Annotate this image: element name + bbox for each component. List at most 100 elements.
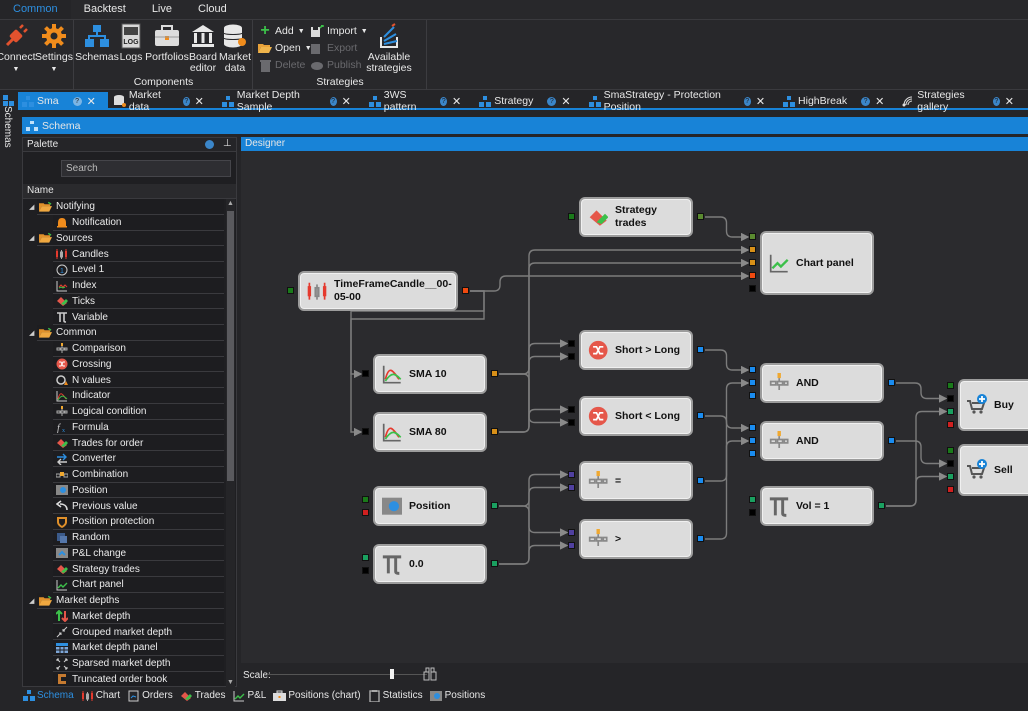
bottom-tab-statistics[interactable]: Statistics (368, 689, 423, 702)
output-port[interactable] (697, 477, 704, 484)
input-port[interactable] (362, 428, 369, 435)
close-icon[interactable]: ✕ (1005, 95, 1014, 108)
doc-tab-market-data[interactable]: Market data? ✕ (110, 89, 216, 113)
palette-item[interactable]: 1 Level 1 (23, 262, 224, 278)
node-and2[interactable]: AND (760, 421, 884, 461)
node-position[interactable]: Position (373, 486, 487, 526)
input-port[interactable] (749, 285, 756, 292)
input-port[interactable] (749, 272, 756, 279)
input-port[interactable] (568, 352, 575, 360)
publish-button[interactable]: Publish (310, 57, 361, 73)
input-port[interactable] (749, 259, 756, 266)
help-icon[interactable]: ? (992, 96, 1000, 106)
palette-item[interactable]: Chart panel (23, 577, 224, 593)
palette-search-input[interactable]: Search (61, 160, 231, 177)
logs-button[interactable]: LOG Logs (119, 22, 143, 63)
palette-item[interactable]: Ticks (23, 293, 224, 310)
input-port[interactable] (362, 495, 369, 503)
input-port[interactable] (568, 470, 575, 478)
close-icon[interactable]: ✕ (342, 95, 351, 108)
doc-tab-smastrategy-protection-position[interactable]: SmaStrategy - Protection Position? ✕ (585, 89, 777, 113)
connect-button[interactable]: Connect ▼ (0, 22, 36, 75)
palette-scrollbar-thumb[interactable] (227, 211, 234, 481)
doc-tab-sma[interactable]: Sma? ✕ (18, 92, 108, 110)
palette-item[interactable]: Combination (23, 466, 224, 483)
help-icon[interactable]: ? (547, 96, 557, 106)
palette-item[interactable]: P&L change (23, 545, 224, 562)
node-and1[interactable]: AND (760, 363, 884, 403)
output-port[interactable] (697, 412, 704, 419)
close-icon[interactable]: ✕ (756, 95, 765, 108)
output-port[interactable] (462, 287, 469, 294)
node-sma80[interactable]: SMA 80 (373, 412, 487, 452)
input-port[interactable] (947, 381, 954, 389)
expand-triangle-icon[interactable]: ◢ (29, 203, 34, 211)
node-sell[interactable]: Sell (958, 444, 1028, 496)
node-chart-panel[interactable]: Chart panel (760, 231, 874, 295)
schemas-side-tab[interactable]: Schemas (2, 106, 13, 148)
input-port[interactable] (749, 366, 756, 373)
input-port[interactable] (749, 450, 756, 457)
designer-canvas[interactable]: Strategy trades Chart panel TimeFrameCandl… (241, 151, 1028, 663)
node-short-lt-long[interactable]: Short < Long (579, 396, 693, 436)
output-port[interactable] (697, 213, 704, 220)
palette-item[interactable]: Market depth (23, 608, 224, 625)
node-zero[interactable]: 0.0 (373, 544, 487, 584)
close-icon[interactable]: ✕ (87, 95, 96, 108)
output-port[interactable] (491, 428, 498, 435)
fit-binoculars-icon[interactable] (423, 667, 437, 684)
output-port[interactable] (888, 379, 895, 386)
palette-item[interactable]: Comparison (23, 340, 224, 357)
palette-item[interactable]: Random (23, 529, 224, 546)
settings-button[interactable]: Settings ▼ (35, 22, 73, 75)
palette-item[interactable]: Position (23, 482, 224, 499)
bottom-tab-p-l[interactable]: P&L (232, 689, 266, 702)
pin-icon[interactable]: ⊥ (223, 138, 232, 149)
input-port[interactable] (568, 339, 575, 347)
palette-item[interactable]: Indicator (23, 388, 224, 404)
node-gt[interactable]: > (579, 519, 693, 559)
input-port[interactable] (568, 528, 575, 536)
palette-item[interactable]: Candles (23, 246, 224, 262)
palette-item[interactable]: Truncated order book (23, 671, 224, 687)
output-port[interactable] (491, 370, 498, 377)
input-port[interactable] (749, 379, 756, 386)
input-port[interactable] (749, 246, 756, 253)
portfolios-button[interactable]: Portfolios (145, 22, 189, 63)
input-port[interactable] (568, 541, 575, 549)
input-port[interactable] (947, 446, 954, 454)
palette-group[interactable]: ◢ Sources (23, 230, 224, 247)
input-port[interactable] (947, 485, 954, 493)
connection-wire[interactable] (896, 382, 948, 403)
available-strategies-button[interactable]: Available strategies (366, 22, 412, 74)
palette-item[interactable]: Strategy trades (23, 561, 224, 577)
input-port[interactable] (568, 405, 575, 413)
palette-item[interactable]: Sparsed market depth (23, 655, 224, 672)
palette-item[interactable]: Grouped market depth (23, 624, 224, 640)
palette-group[interactable]: ◢ Common (23, 325, 224, 341)
close-icon[interactable]: ✕ (195, 95, 204, 108)
scale-slider-track[interactable] (267, 674, 427, 675)
palette-item[interactable]: Previous value (23, 498, 224, 514)
input-port[interactable] (749, 392, 756, 399)
output-port[interactable] (491, 560, 498, 567)
connection-wire[interactable] (499, 470, 569, 507)
palette-item[interactable]: Converter (23, 451, 224, 467)
input-port[interactable] (568, 213, 575, 220)
palette-item[interactable]: Notification (23, 214, 224, 231)
help-icon[interactable]: ? (440, 96, 448, 106)
connection-wire[interactable] (499, 541, 569, 565)
close-icon[interactable]: ✕ (452, 95, 461, 108)
import-button[interactable]: Import ▼ (310, 23, 368, 39)
ribbon-tab-cloud[interactable]: Cloud (185, 0, 240, 19)
ribbon-tab-common[interactable]: Common (0, 0, 71, 19)
node-eq[interactable]: = (579, 461, 693, 501)
expand-triangle-icon[interactable]: ◢ (29, 597, 34, 605)
help-icon[interactable]: ? (743, 96, 751, 106)
help-icon[interactable]: ? (329, 96, 337, 106)
connection-wire[interactable] (499, 405, 569, 433)
node-sma10[interactable]: SMA 10 (373, 354, 487, 394)
node-strategy-trades[interactable]: Strategy trades (579, 197, 693, 237)
market-data-button[interactable]: Market data (219, 22, 251, 74)
add-button[interactable]: + Add ▼ (258, 22, 304, 39)
